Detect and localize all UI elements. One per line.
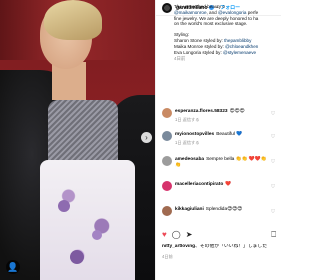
post-photo[interactable]: 👤 › bbox=[0, 0, 155, 280]
avatar[interactable] bbox=[162, 131, 172, 141]
caption-text: perfe bbox=[247, 9, 259, 15]
comment-item: esperanza.flores.58323 😍😍😍 1日 返信する ♡ bbox=[162, 108, 278, 132]
post-actions: ♥ ◯ ➤ ⎕ bbox=[162, 230, 276, 240]
comment-text: kikkagiuliani Splendida😍😍😍 bbox=[175, 207, 271, 213]
caption-line: on the world's most exclusive stage. bbox=[174, 21, 278, 27]
photo-hair bbox=[44, 0, 102, 40]
post-caption: The unmatched beauty o @maikamonroe, and… bbox=[174, 4, 278, 68]
heart-icon[interactable]: ♡ bbox=[270, 111, 276, 117]
caption-text: fine jewelry. We are deeply honored to h… bbox=[174, 15, 259, 21]
caption-text: on the world's most exclusive stage. bbox=[174, 21, 248, 27]
photo-skirt bbox=[40, 160, 135, 280]
comment-text: myionostopvilles Beautiful 💙 bbox=[175, 132, 271, 138]
mention-link[interactable]: @maikamonroe bbox=[174, 10, 207, 15]
heart-icon[interactable]: ♡ bbox=[270, 209, 276, 215]
comment-body: Splendida😍😍😍 bbox=[205, 207, 243, 212]
avatar[interactable] bbox=[162, 206, 172, 216]
likes-text: 、その他が「いいね！」しました bbox=[195, 244, 268, 249]
avatar[interactable] bbox=[162, 181, 172, 191]
caption-text: Eva Longoria styled by: bbox=[174, 49, 222, 55]
comment-body: 😍😍😍 bbox=[229, 109, 245, 114]
comment-username[interactable]: macelleriacontipirato bbox=[175, 182, 223, 187]
caption-text: Maika Monroe styled by: bbox=[174, 43, 224, 49]
mention-link[interactable]: @stylemenaeve bbox=[223, 50, 256, 55]
heart-icon[interactable]: ♥ bbox=[162, 230, 167, 240]
comment-icon[interactable]: ◯ bbox=[172, 230, 181, 240]
caption-time: 4日前 bbox=[174, 56, 186, 62]
post-date: 4日前 bbox=[162, 254, 173, 259]
heart-icon[interactable]: ♡ bbox=[270, 184, 276, 190]
caption-text: , and bbox=[206, 9, 217, 15]
heart-icon[interactable]: ♡ bbox=[270, 134, 276, 140]
comments-panel: garattimilano • フォロー The unmatched beaut… bbox=[155, 0, 281, 280]
comment-meta: 1日 返信する bbox=[175, 140, 200, 145]
comment-item: kikkagiuliani Splendida😍😍😍 ♡ bbox=[162, 206, 278, 230]
comment-item: macelleriacontipirato ❤️ ♡ bbox=[162, 181, 278, 205]
comment-username[interactable]: amedeosaba bbox=[175, 157, 204, 162]
likes-username[interactable]: nitty_artloving bbox=[162, 244, 195, 249]
caption-text: Sharon Stone styled by: bbox=[174, 37, 223, 43]
photo-flower bbox=[70, 250, 84, 264]
photo-flower bbox=[58, 200, 70, 212]
styling-line: Eva Longoria styled by: @stylemenaeve bbox=[174, 50, 278, 56]
bookmark-icon[interactable]: ⎕ bbox=[271, 230, 276, 240]
comment-body: ❤️ bbox=[225, 182, 232, 187]
comment-username[interactable]: esperanza.flores.58323 bbox=[175, 109, 228, 114]
comment-item: myionostopvilles Beautiful 💙 1日 返信する ♡ bbox=[162, 131, 278, 155]
user-tag-icon[interactable]: 👤 bbox=[6, 260, 20, 274]
comment-username[interactable]: myionostopvilles bbox=[175, 132, 214, 137]
comment-body: Beautiful 💙 bbox=[216, 132, 243, 137]
likes-summary[interactable]: nitty_artloving、その他が「いいね！」しました bbox=[162, 244, 278, 250]
chevron-right-icon[interactable]: › bbox=[141, 132, 152, 143]
caption-text: The unmatched beauty o bbox=[174, 4, 225, 9]
comment-username[interactable]: kikkagiuliani bbox=[175, 207, 204, 212]
comment-text: macelleriacontipirato ❤️ bbox=[175, 182, 271, 188]
avatar[interactable] bbox=[162, 2, 172, 13]
photo-flower bbox=[92, 230, 102, 240]
mention-link[interactable]: @evalongoria bbox=[218, 10, 246, 15]
heart-icon[interactable]: ♡ bbox=[270, 159, 276, 165]
comment-item: amedeosaba Sempre bella 👏👏 ❤️❤️👏👏 ♡ bbox=[162, 156, 278, 180]
comment-text: amedeosaba Sempre bella 👏👏 ❤️❤️👏👏 bbox=[175, 157, 271, 169]
avatar[interactable] bbox=[162, 156, 172, 166]
mention-link[interactable]: @chloeandkhen bbox=[225, 44, 258, 49]
avatar[interactable] bbox=[162, 108, 172, 118]
share-icon[interactable]: ➤ bbox=[186, 230, 193, 240]
mention-link[interactable]: thepamblibby bbox=[224, 38, 251, 43]
comment-text: esperanza.flores.58323 😍😍😍 bbox=[175, 109, 271, 115]
comment-meta: 1日 返信する bbox=[175, 117, 200, 122]
